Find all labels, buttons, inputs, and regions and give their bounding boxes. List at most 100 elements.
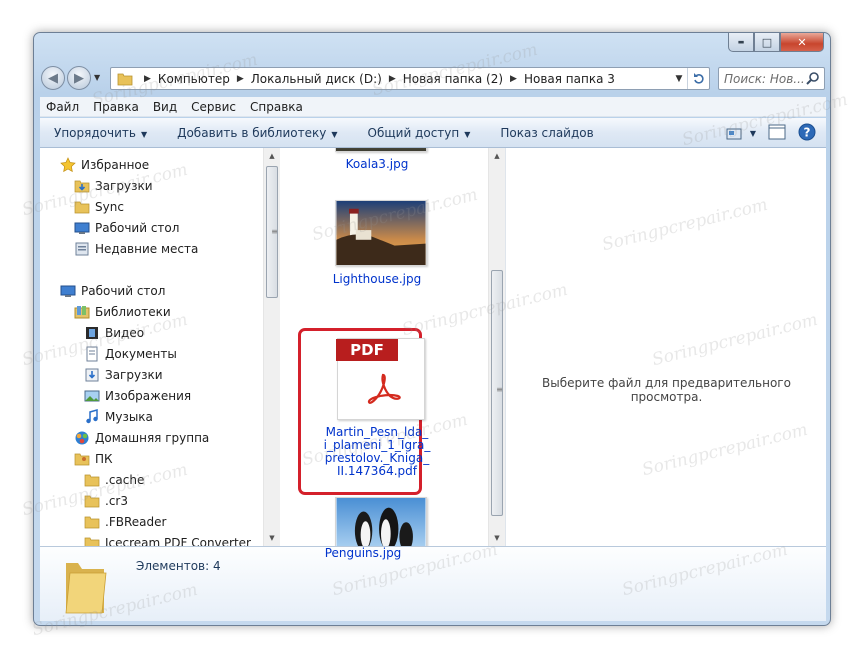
slideshow-button[interactable]: Показ слайдов bbox=[500, 126, 593, 140]
nav-item-4[interactable]: Недавние места bbox=[74, 241, 198, 257]
nav-item-16[interactable]: .FBReader bbox=[84, 514, 166, 530]
navigation-pane: Избранное Загрузки Sync Рабочий стол Недавни… bbox=[40, 148, 270, 546]
nav-item-3[interactable]: Рабочий стол bbox=[74, 220, 179, 236]
refresh-button[interactable] bbox=[687, 68, 709, 89]
preview-message: Выберите файл для предварительного просм… bbox=[542, 376, 791, 404]
view-controls: ▼ ? bbox=[726, 123, 816, 144]
downloads-library-icon bbox=[84, 367, 100, 383]
svg-text:?: ? bbox=[804, 126, 811, 140]
file-name-koala: Koala3.jpg bbox=[345, 157, 409, 171]
maximize-button[interactable]: □ bbox=[754, 33, 780, 52]
libraries-icon bbox=[74, 304, 90, 320]
desktop-icon bbox=[60, 283, 76, 299]
nav-item-7[interactable]: Видео bbox=[84, 325, 144, 341]
koala-thumbnail bbox=[335, 148, 427, 152]
close-button[interactable]: ✕ bbox=[780, 33, 824, 52]
nav-item-label: Рабочий стол bbox=[95, 221, 180, 235]
search-input[interactable]: Поиск: Нов... bbox=[718, 67, 825, 90]
navigation-scrollbar[interactable]: ▲ ≡ ▼ bbox=[263, 148, 280, 546]
address-bar[interactable]: ▶ Компьютер ▶ Локальный диск (D:) ▶ Нова… bbox=[110, 67, 710, 90]
pdf-badge: PDF bbox=[336, 339, 398, 361]
star-icon bbox=[60, 157, 76, 173]
preview-pane-icon bbox=[768, 124, 786, 140]
pdf-thumbnail: PDF bbox=[336, 338, 425, 420]
nav-item-12[interactable]: Домашняя группа bbox=[74, 430, 209, 446]
nav-item-17[interactable]: Icecream PDF Converter bbox=[84, 535, 251, 546]
organize-button[interactable]: Упорядочить ▼ bbox=[54, 126, 147, 140]
content-area: Избранное Загрузки Sync Рабочий стол Недавни… bbox=[40, 148, 826, 546]
nav-item-1[interactable]: Загрузки bbox=[74, 178, 153, 194]
recent-pages-dropdown[interactable]: ▼ bbox=[94, 73, 100, 82]
chevron-right-icon: ▶ bbox=[144, 73, 151, 84]
file-list-scrollbar[interactable]: ▲ ≡ ▼ bbox=[488, 148, 505, 546]
nav-item-label: Загрузки bbox=[95, 179, 153, 193]
menu-view[interactable]: Вид bbox=[153, 100, 177, 114]
grip-icon: ≡ bbox=[271, 227, 278, 236]
minimize-button[interactable]: ▬ bbox=[728, 33, 754, 52]
menu-file[interactable]: Файл bbox=[46, 100, 79, 114]
address-row: ◀ ▶ ▼ ▶ Компьютер ▶ Локальный диск (D:) … bbox=[40, 64, 826, 92]
nav-item-label: .cr3 bbox=[105, 494, 128, 508]
address-dropdown[interactable]: ▼ bbox=[671, 74, 687, 84]
scroll-down-arrow[interactable]: ▼ bbox=[264, 530, 280, 546]
documents-library-icon bbox=[84, 346, 100, 362]
change-view-button[interactable]: ▼ bbox=[726, 127, 756, 141]
scroll-thumb[interactable]: ≡ bbox=[491, 270, 503, 516]
penguins-caption: Penguins.jpg bbox=[324, 546, 402, 560]
folder-icon bbox=[84, 535, 100, 546]
homegroup-icon bbox=[74, 430, 90, 446]
nav-item-label: Музыка bbox=[105, 410, 153, 424]
file-name-pdf: Martin_Pesn_lda_ i_plameni_1_Igra_ prest… bbox=[287, 426, 467, 478]
preview-pane: Выберите файл для предварительного просм… bbox=[505, 148, 826, 546]
desktop-icon bbox=[74, 220, 90, 236]
help-button[interactable]: ? bbox=[798, 123, 816, 144]
nav-item-label: Избранное bbox=[81, 158, 150, 172]
nav-item-10[interactable]: Изображения bbox=[84, 388, 191, 404]
menu-tools[interactable]: Сервис bbox=[191, 100, 236, 114]
nav-item-0[interactable]: Избранное bbox=[60, 157, 149, 173]
nav-item-5[interactable]: Рабочий стол bbox=[60, 283, 165, 299]
nav-item-8[interactable]: Документы bbox=[84, 346, 177, 362]
scroll-thumb[interactable]: ≡ bbox=[266, 166, 278, 298]
recent-places-icon bbox=[74, 241, 90, 257]
preview-pane-button[interactable] bbox=[768, 124, 786, 143]
forward-button[interactable]: ▶ bbox=[67, 66, 91, 90]
maximize-icon: □ bbox=[761, 35, 773, 49]
share-button[interactable]: Общий доступ ▼ bbox=[368, 126, 471, 140]
user-folder-icon bbox=[74, 451, 90, 467]
nav-item-label: Рабочий стол bbox=[81, 284, 166, 298]
scroll-up-arrow[interactable]: ▲ bbox=[489, 148, 505, 164]
nav-item-15[interactable]: .cr3 bbox=[84, 493, 128, 509]
close-icon: ✕ bbox=[797, 35, 807, 49]
command-bar: Упорядочить ▼ Добавить в библиотеку ▼ Общи… bbox=[40, 118, 826, 148]
menu-help[interactable]: Справка bbox=[250, 100, 303, 114]
pictures-library-icon bbox=[84, 388, 100, 404]
scroll-up-arrow[interactable]: ▲ bbox=[264, 148, 280, 164]
crumb-local-disk[interactable]: Локальный диск (D:) bbox=[251, 72, 382, 86]
back-button[interactable]: ◀ bbox=[41, 66, 65, 90]
share-label: Общий доступ bbox=[367, 125, 460, 140]
chevron-right-icon: ▶ bbox=[510, 73, 517, 84]
add-to-library-button[interactable]: Добавить в библиотеку ▼ bbox=[177, 126, 337, 140]
search-icon bbox=[806, 72, 819, 85]
nav-item-2[interactable]: Sync bbox=[74, 199, 124, 215]
chevron-down-icon: ▼ bbox=[140, 129, 148, 139]
crumb-computer[interactable]: Компьютер bbox=[158, 72, 230, 86]
item-count: Элементов: 4 bbox=[136, 559, 221, 573]
file-list: Koala3.jpg Lighthouse.jpg PDF Martin_Pes… bbox=[287, 148, 487, 546]
nav-item-11[interactable]: Музыка bbox=[84, 409, 153, 425]
penguins-thumbnail bbox=[335, 497, 427, 546]
nav-item-9[interactable]: Загрузки bbox=[84, 367, 163, 383]
nav-item-14[interactable]: .cache bbox=[84, 472, 144, 488]
menu-edit[interactable]: Правка bbox=[93, 100, 139, 114]
back-arrow-icon: ◀ bbox=[48, 70, 58, 86]
forward-arrow-icon: ▶ bbox=[74, 70, 84, 86]
view-icon bbox=[726, 128, 742, 139]
scroll-down-arrow[interactable]: ▼ bbox=[489, 530, 505, 546]
chevron-right-icon: ▶ bbox=[236, 73, 244, 84]
nav-item-label: Загрузки bbox=[105, 368, 163, 382]
nav-item-6[interactable]: Библиотеки bbox=[74, 304, 171, 320]
nav-item-13[interactable]: ПК bbox=[74, 451, 113, 467]
crumb-new-folder-3[interactable]: Новая папка 3 bbox=[524, 72, 615, 86]
crumb-new-folder-2[interactable]: Новая папка (2) bbox=[403, 72, 503, 86]
